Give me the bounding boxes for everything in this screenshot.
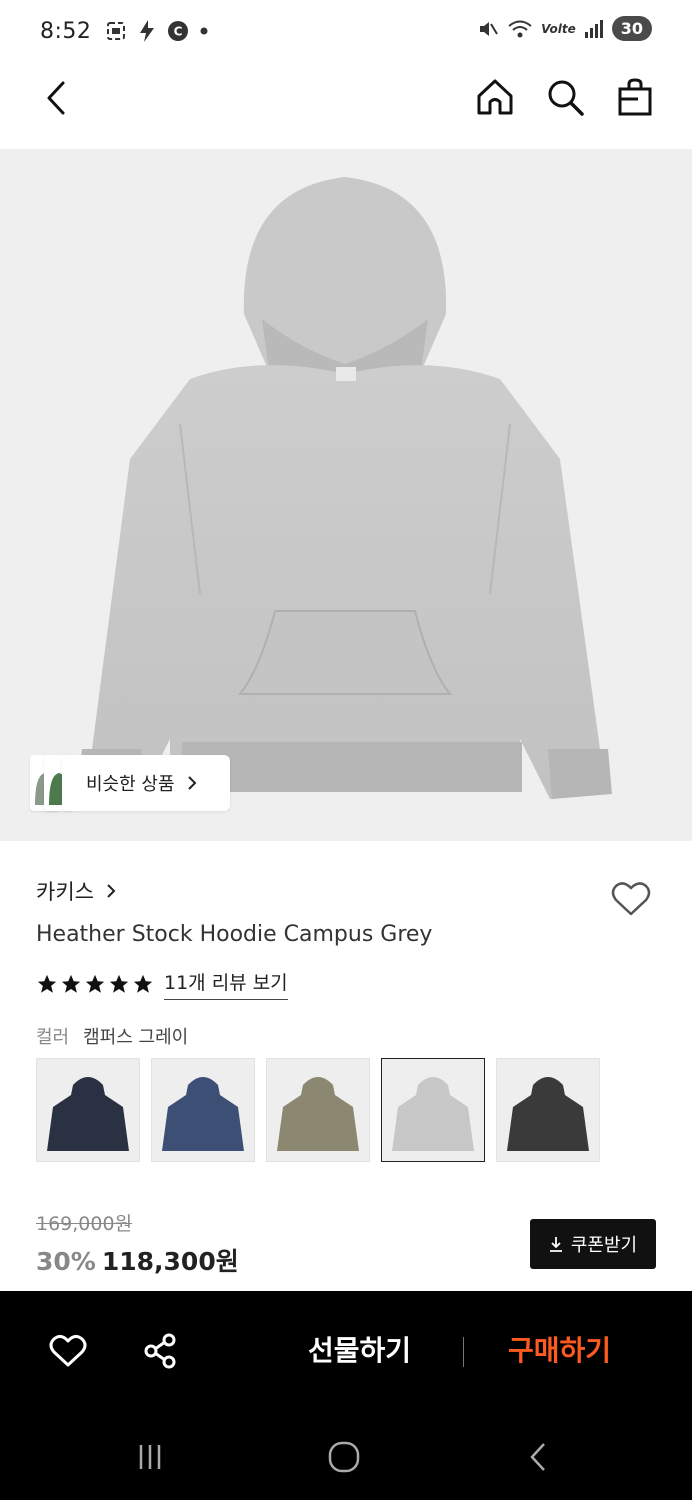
status-right: Volte 30 bbox=[477, 16, 652, 41]
coupon-button[interactable]: 쿠폰받기 bbox=[530, 1219, 656, 1269]
color-value: 캠퍼스 그레이 bbox=[83, 1027, 189, 1048]
swatch-charcoal[interactable] bbox=[496, 1058, 600, 1162]
home-button[interactable] bbox=[474, 76, 516, 118]
search-icon bbox=[548, 80, 584, 116]
top-nav bbox=[0, 62, 692, 150]
similar-products-label: 비슷한 상품 bbox=[86, 774, 175, 795]
product-title: Heather Stock Hoodie Campus Grey bbox=[36, 922, 433, 947]
star-icon bbox=[85, 974, 105, 993]
product-image[interactable] bbox=[0, 149, 692, 841]
status-time: 8:52 bbox=[40, 18, 92, 44]
chevron-left-icon bbox=[47, 81, 65, 115]
download-icon bbox=[549, 1237, 562, 1252]
dot-icon bbox=[200, 27, 208, 35]
bottom-wishlist-button[interactable] bbox=[48, 1331, 88, 1371]
status-bar: 8:52 C Volte 30 bbox=[0, 0, 692, 62]
hoodie-image bbox=[78, 177, 612, 799]
signal-icon bbox=[584, 19, 603, 38]
screenshot-icon bbox=[107, 22, 126, 40]
wishlist-button[interactable] bbox=[610, 878, 652, 920]
back-button[interactable] bbox=[36, 78, 76, 118]
brand-link[interactable]: 카키스 bbox=[36, 876, 116, 906]
recent-apps-button[interactable] bbox=[132, 1439, 168, 1475]
color-swatches bbox=[36, 1058, 600, 1162]
star-icon bbox=[61, 974, 81, 993]
discount-rate: 30% bbox=[36, 1247, 96, 1276]
cart-button[interactable] bbox=[614, 76, 656, 118]
brand-name: 카키스 bbox=[36, 880, 94, 904]
chevron-right-icon bbox=[107, 884, 116, 898]
swatch-navy[interactable] bbox=[36, 1058, 140, 1162]
home-nav-button[interactable] bbox=[326, 1439, 362, 1475]
home-circle-icon bbox=[328, 1441, 360, 1473]
divider bbox=[463, 1337, 464, 1367]
status-left-icons: C bbox=[105, 19, 209, 43]
swatch-olive[interactable] bbox=[266, 1058, 370, 1162]
search-button[interactable] bbox=[544, 76, 586, 118]
home-icon bbox=[477, 79, 513, 115]
color-label: 컬러 bbox=[36, 1027, 70, 1048]
coupon-label: 쿠폰받기 bbox=[570, 1235, 638, 1256]
gift-button[interactable]: 선물하기 bbox=[308, 1329, 411, 1369]
bottom-action-bar: 선물하기 구매하기 bbox=[0, 1291, 692, 1411]
nav-actions bbox=[474, 76, 656, 118]
rating-stars bbox=[36, 973, 154, 995]
heart-icon bbox=[49, 1334, 87, 1367]
chevron-right-icon bbox=[187, 776, 196, 790]
back-nav-button[interactable] bbox=[520, 1439, 556, 1475]
star-icon bbox=[37, 974, 57, 993]
flash-icon bbox=[140, 20, 155, 42]
swatch-grey[interactable] bbox=[381, 1058, 485, 1162]
star-icon bbox=[109, 974, 129, 993]
battery-indicator: 30 bbox=[611, 16, 652, 41]
price-row: 30% 118,300원 bbox=[36, 1242, 239, 1278]
svg-text:C: C bbox=[174, 25, 183, 39]
swatch-blue[interactable] bbox=[151, 1058, 255, 1162]
c-app-icon: C bbox=[168, 21, 189, 41]
share-icon bbox=[144, 1333, 176, 1369]
wifi-icon bbox=[508, 20, 532, 37]
shopping-bag-icon bbox=[618, 78, 652, 116]
original-price: 169,000원 bbox=[36, 1213, 133, 1235]
recent-apps-icon bbox=[139, 1445, 161, 1469]
buy-button[interactable]: 구매하기 bbox=[508, 1329, 611, 1369]
review-link[interactable]: 11개 리뷰 보기 bbox=[164, 968, 288, 1000]
share-button[interactable] bbox=[140, 1331, 180, 1371]
rating-row: 11개 리뷰 보기 bbox=[36, 968, 288, 1000]
network-label: Volte bbox=[541, 21, 576, 36]
heart-icon bbox=[611, 882, 651, 916]
system-nav-bar bbox=[0, 1411, 692, 1500]
star-icon bbox=[133, 974, 153, 993]
sale-price: 118,300원 bbox=[101, 1247, 239, 1276]
back-nav-icon bbox=[530, 1443, 545, 1471]
similar-products-button[interactable]: 비슷한 상품 bbox=[62, 755, 230, 811]
color-row: 컬러 캠퍼스 그레이 bbox=[36, 1023, 188, 1049]
mute-icon bbox=[480, 21, 498, 36]
